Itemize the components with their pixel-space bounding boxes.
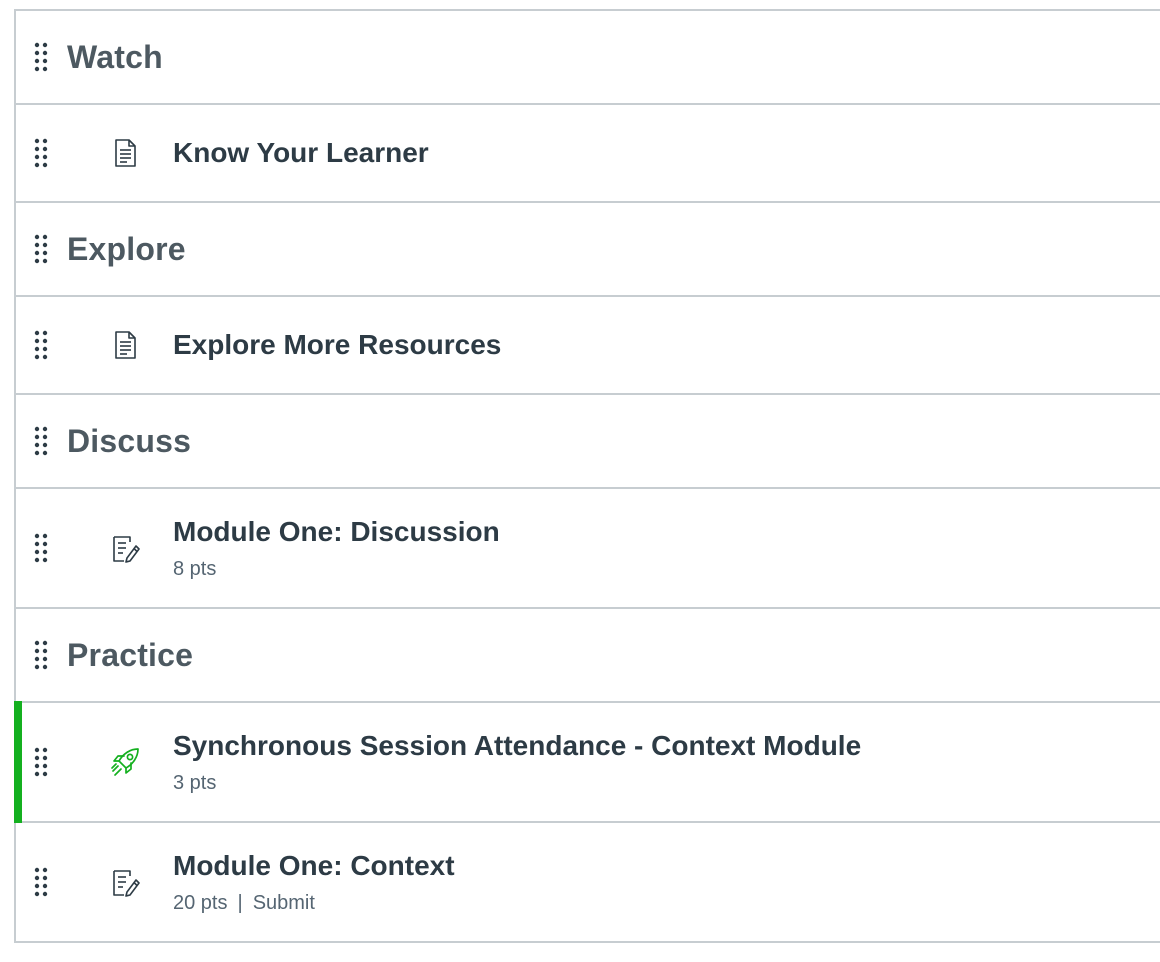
module-item-row: Synchronous Session Attendance - Context…: [14, 701, 1160, 823]
drag-handle-icon[interactable]: [34, 426, 48, 456]
context-module: Watch Know Your Learner Explore Explore …: [14, 9, 1160, 943]
module-item-row: Module One: Discussion 8 pts: [16, 489, 1160, 609]
drag-handle-icon[interactable]: [34, 330, 48, 360]
drag-handle-icon[interactable]: [34, 42, 48, 72]
module-item-content: Module One: Context 20 pts | Submit: [173, 850, 455, 915]
module-item-row: Explore More Resources: [16, 297, 1160, 395]
item-details: 8 pts: [173, 558, 500, 581]
points-possible: 3 pts: [173, 771, 217, 794]
subheader-title: Practice: [67, 636, 194, 673]
item-details: 3 pts: [173, 772, 861, 795]
drag-handle-icon[interactable]: [34, 533, 48, 563]
assignment-icon: [108, 865, 142, 899]
drag-handle-icon[interactable]: [34, 138, 48, 168]
module-item-content: Synchronous Session Attendance - Context…: [173, 730, 861, 795]
assignment-icon: [108, 531, 142, 565]
subheader-row-discuss: Discuss: [16, 395, 1160, 489]
submit-requirement: Submit: [252, 891, 315, 914]
drag-handle-icon[interactable]: [34, 747, 48, 777]
module-item-content: Explore More Resources: [173, 329, 501, 361]
drag-handle-icon[interactable]: [34, 640, 48, 670]
subheader-title: Discuss: [67, 422, 192, 459]
module-item-title-link[interactable]: Synchronous Session Attendance - Context…: [173, 730, 861, 762]
page-icon: [108, 136, 142, 170]
item-details: 20 pts | Submit: [173, 892, 455, 915]
subheader-row-watch: Watch: [16, 11, 1160, 105]
page-icon: [108, 328, 142, 362]
subheader-row-practice: Practice: [16, 609, 1160, 703]
rocket-icon: [108, 745, 142, 779]
points-possible: 20 pts: [173, 891, 228, 914]
module-item-title-link[interactable]: Module One: Context: [173, 850, 455, 882]
subheader-title: Explore: [67, 230, 186, 267]
module-item-content: Module One: Discussion 8 pts: [173, 516, 500, 581]
module-item-title-link[interactable]: Module One: Discussion: [173, 516, 500, 548]
module-item-content: Know Your Learner: [173, 137, 429, 169]
drag-handle-icon[interactable]: [34, 234, 48, 264]
module-item-row: Know Your Learner: [16, 105, 1160, 203]
drag-handle-icon[interactable]: [34, 867, 48, 897]
subheader-row-explore: Explore: [16, 203, 1160, 297]
module-item-row: Module One: Context 20 pts | Submit: [16, 823, 1160, 943]
subheader-title: Watch: [67, 38, 163, 75]
module-item-title-link[interactable]: Know Your Learner: [173, 137, 429, 169]
points-possible: 8 pts: [173, 557, 217, 580]
module-item-title-link[interactable]: Explore More Resources: [173, 329, 501, 361]
details-separator: |: [237, 891, 243, 914]
